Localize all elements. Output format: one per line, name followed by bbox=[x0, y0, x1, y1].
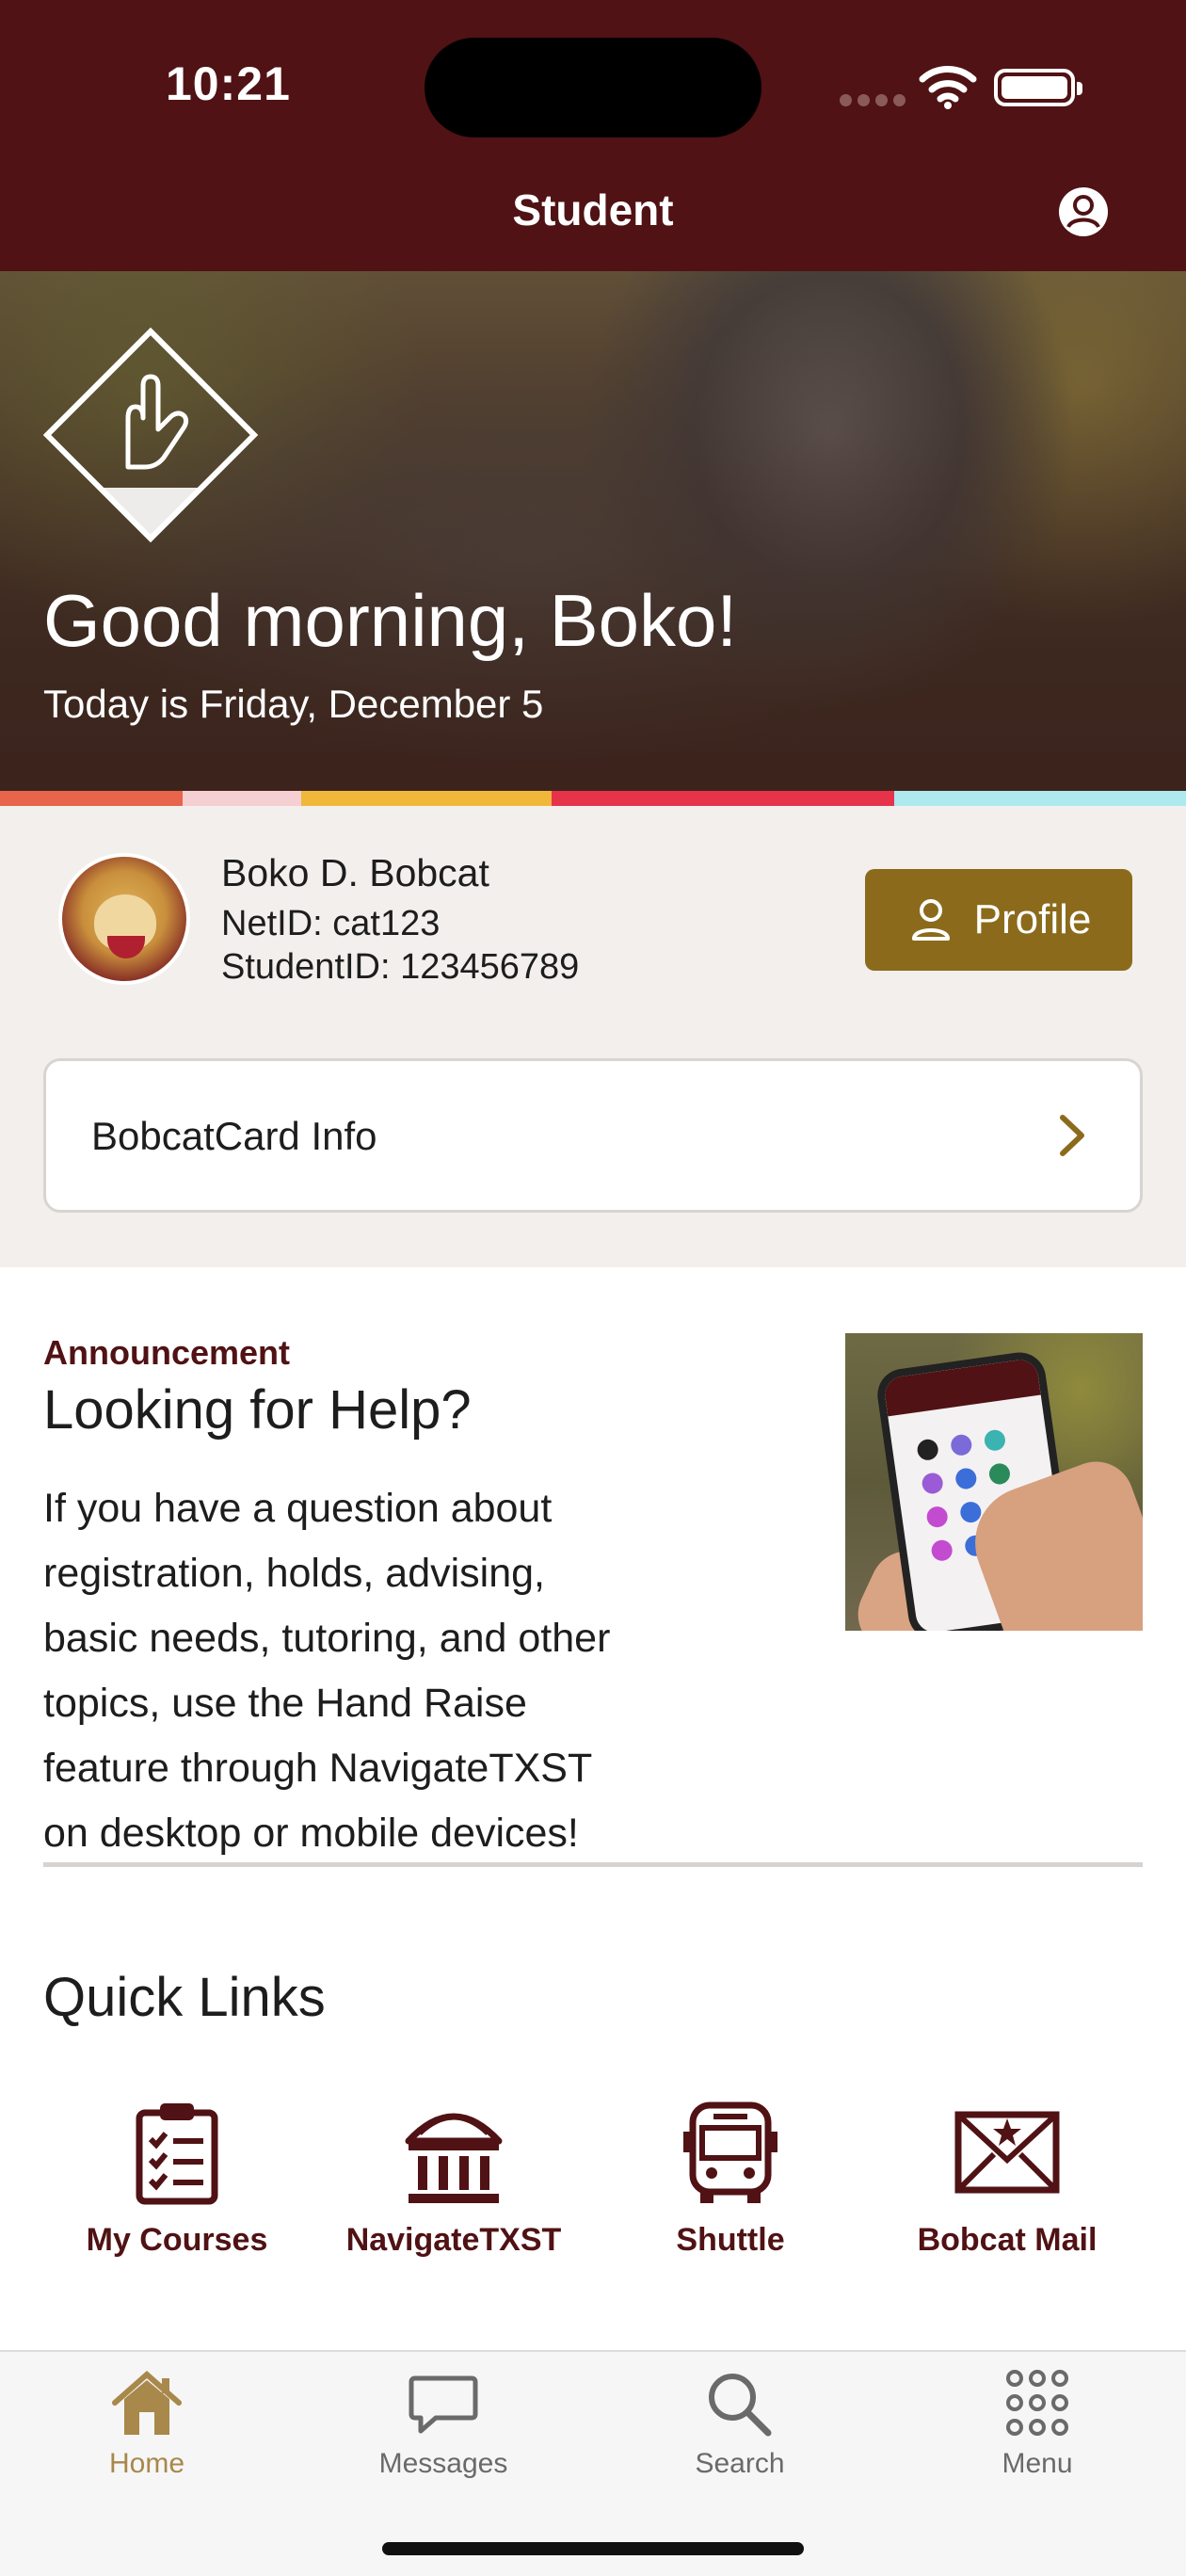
bobcatcard-info-button[interactable]: BobcatCard Info bbox=[43, 1058, 1143, 1213]
tab-menu-label: Menu bbox=[1002, 2448, 1073, 2479]
stripe-segment bbox=[894, 791, 1186, 806]
status-time: 10:21 bbox=[166, 57, 291, 110]
quick-link-label: My Courses bbox=[86, 2222, 268, 2258]
page-title: Student bbox=[512, 185, 674, 234]
color-stripe bbox=[0, 791, 1186, 806]
envelope-star-icon bbox=[954, 2111, 1060, 2194]
search-icon bbox=[709, 2374, 772, 2437]
person-outline-icon bbox=[911, 899, 950, 941]
dynamic-island bbox=[425, 38, 761, 137]
home-icon bbox=[112, 2370, 182, 2435]
quick-link-navigatetxst[interactable]: NavigateTXST bbox=[331, 2098, 576, 2286]
announcement-kicker: Announcement bbox=[43, 1333, 291, 1372]
cellular-signal-icon bbox=[840, 94, 906, 106]
profile-section: Boko D. Bobcat NetID: cat123 StudentID: … bbox=[0, 806, 1186, 1267]
stripe-segment bbox=[301, 791, 552, 806]
greeting-heading: Good morning, Boko! bbox=[43, 579, 738, 662]
wifi-icon bbox=[919, 66, 977, 109]
announcement-title: Looking for Help? bbox=[43, 1379, 472, 1441]
quick-link-my-courses[interactable]: My Courses bbox=[55, 2098, 299, 2286]
institution-icon bbox=[405, 2113, 503, 2203]
tab-messages-label: Messages bbox=[378, 2448, 508, 2479]
tab-home-label: Home bbox=[108, 2448, 185, 2479]
quick-link-shuttle[interactable]: Shuttle bbox=[608, 2098, 853, 2286]
quick-link-label: Bobcat Mail bbox=[917, 2222, 1098, 2258]
user-studentid: StudentID: 123456789 bbox=[221, 947, 580, 987]
stripe-segment bbox=[552, 791, 894, 806]
announcement-body: If you have a question about registratio… bbox=[43, 1486, 611, 1856]
tab-home[interactable]: Home bbox=[43, 2367, 250, 2480]
profile-button[interactable]: Profile bbox=[865, 869, 1132, 971]
chevron-right-icon bbox=[1060, 1115, 1084, 1156]
bus-icon bbox=[683, 2101, 777, 2203]
quick-link-label: NavigateTXST bbox=[345, 2222, 562, 2258]
quick-links-title: Quick Links bbox=[43, 1967, 326, 2028]
tab-menu[interactable]: Menu bbox=[934, 2367, 1141, 2480]
user-name: Boko D. Bobcat bbox=[221, 851, 489, 894]
user-netid: NetID: cat123 bbox=[221, 904, 441, 943]
tab-search-label: Search bbox=[695, 2448, 785, 2479]
bobcatcard-info-label: BobcatCard Info bbox=[91, 1114, 377, 1158]
home-indicator bbox=[382, 2542, 804, 2555]
hero-banner: Good morning, Boko! Today is Friday, Dec… bbox=[0, 271, 1186, 791]
divider bbox=[43, 1862, 1143, 1867]
announcement-image[interactable] bbox=[845, 1333, 1143, 1631]
clipboard-checklist-icon bbox=[136, 2103, 218, 2205]
tab-messages[interactable]: Messages bbox=[340, 2367, 547, 2480]
avatar bbox=[58, 853, 190, 985]
profile-button-label: Profile bbox=[973, 896, 1092, 942]
hand-sign-diamond-icon bbox=[42, 327, 259, 543]
quick-link-bobcat-mail[interactable]: Bobcat Mail bbox=[885, 2098, 1130, 2286]
stripe-segment bbox=[0, 791, 183, 806]
date-text: Today is Friday, December 5 bbox=[43, 682, 544, 726]
stripe-segment bbox=[183, 791, 301, 806]
quick-link-label: Shuttle bbox=[676, 2222, 785, 2258]
battery-icon bbox=[994, 69, 1082, 106]
person-circle-icon[interactable] bbox=[1057, 185, 1110, 238]
chat-bubble-icon bbox=[409, 2375, 478, 2434]
grid-dots-icon bbox=[1006, 2370, 1068, 2436]
announcement-section: Announcement Looking for Help? If you ha… bbox=[0, 1267, 1186, 1870]
tab-search[interactable]: Search bbox=[636, 2367, 843, 2480]
top-bar: 10:21 Student bbox=[0, 0, 1186, 271]
